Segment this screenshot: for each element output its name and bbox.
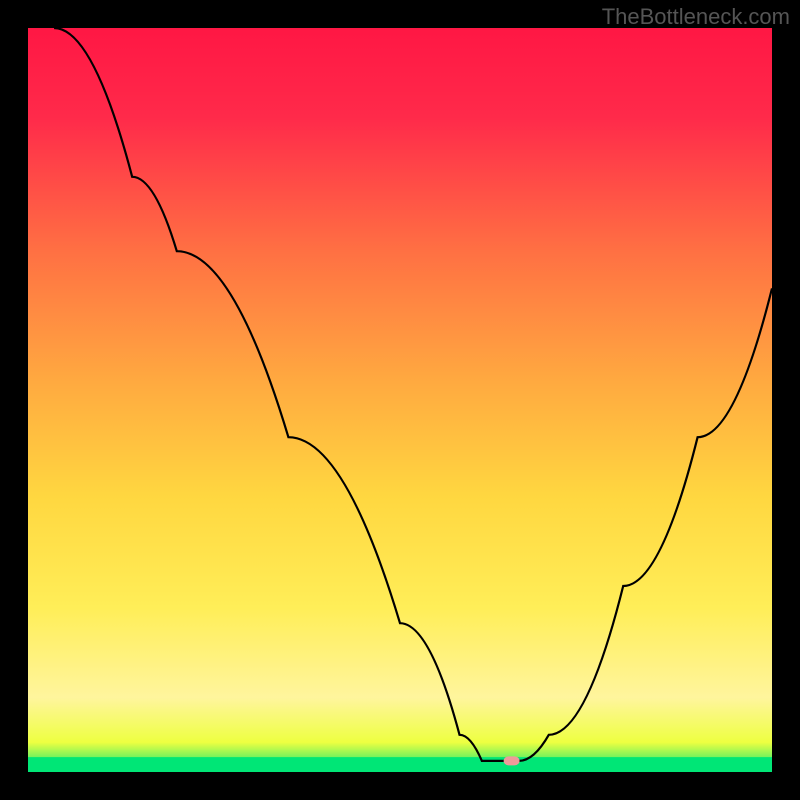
gradient-background (28, 28, 772, 772)
optimal-point-marker (504, 756, 520, 765)
watermark-text: TheBottleneck.com (602, 4, 790, 30)
chart-container: TheBottleneck.com (0, 0, 800, 800)
bottleneck-chart (0, 0, 800, 800)
bottom-green-band (28, 757, 772, 772)
